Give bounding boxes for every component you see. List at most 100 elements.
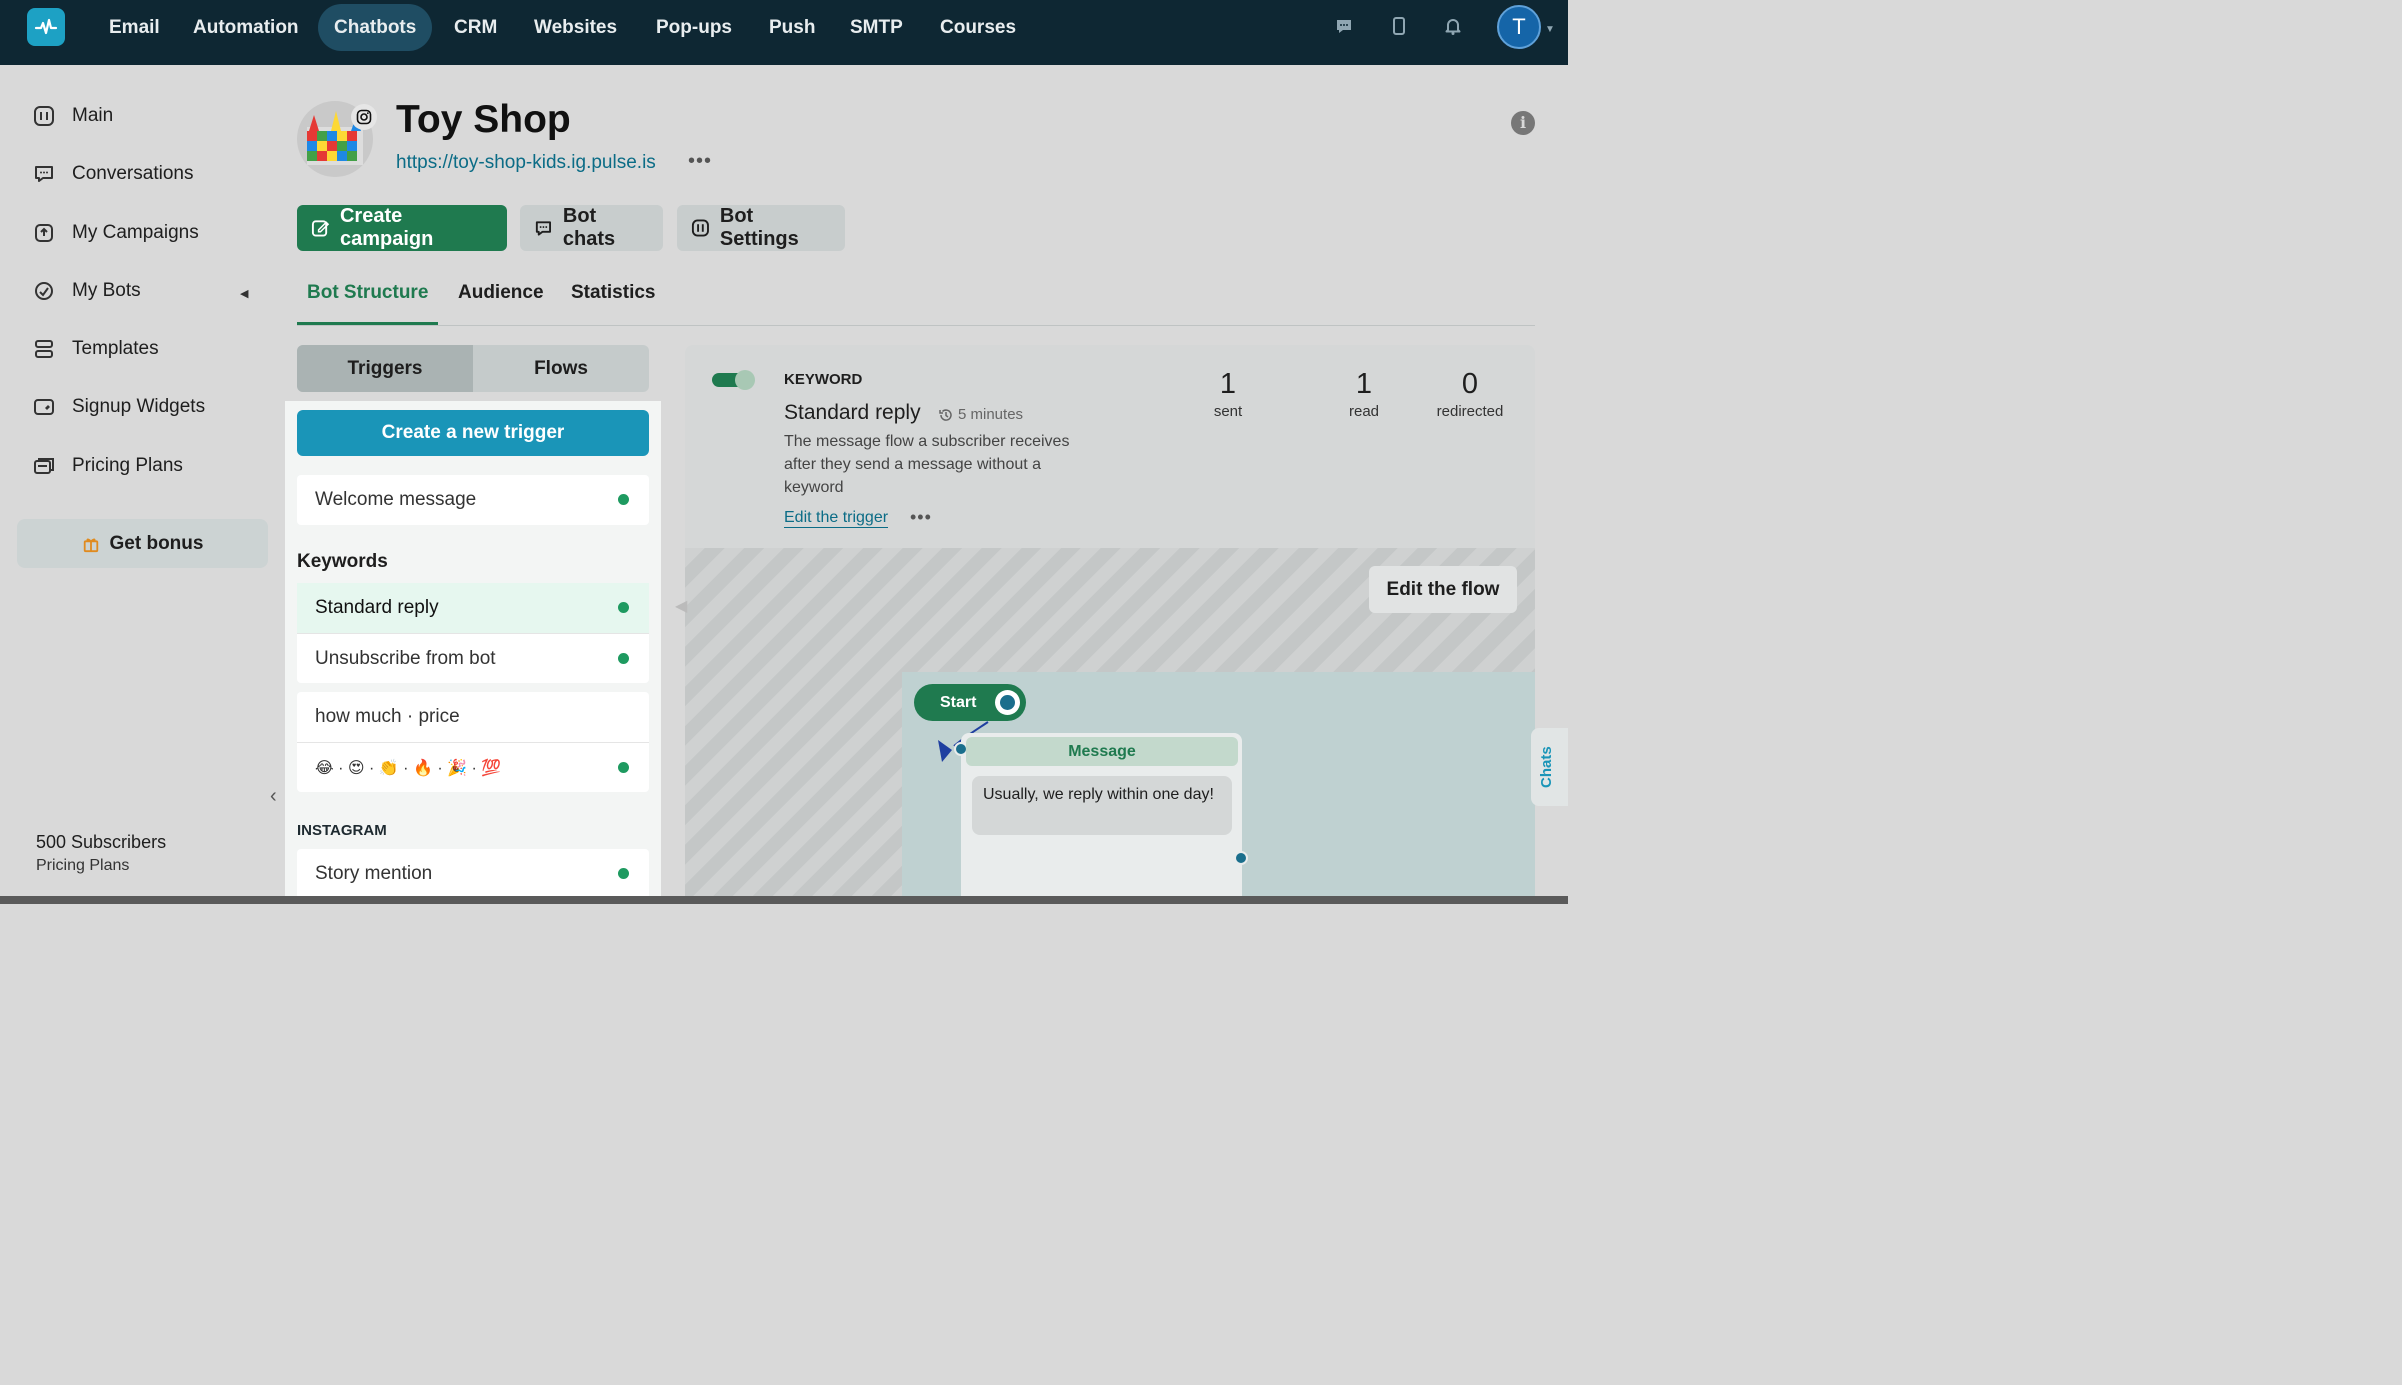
message-output-port[interactable] bbox=[1234, 851, 1248, 865]
get-bonus-button[interactable]: Get bonus bbox=[17, 519, 268, 568]
trigger-label: how much · price bbox=[315, 706, 460, 727]
trigger-label: 😂 · 😍 · 👏 · 🔥 · 🎉 · 💯 bbox=[315, 759, 502, 777]
caret-left-icon[interactable]: ◀ bbox=[240, 287, 248, 300]
sidebar-item-label: Conversations bbox=[72, 163, 194, 184]
sidebar-item-conversations[interactable]: Conversations bbox=[32, 159, 193, 189]
nav-courses[interactable]: Courses bbox=[924, 4, 1032, 51]
message-node-title: Message bbox=[966, 737, 1238, 766]
trigger-standard-reply[interactable]: Standard reply bbox=[297, 583, 649, 633]
pricing-plans-link[interactable]: Pricing Plans bbox=[36, 857, 129, 875]
page-title: Toy Shop bbox=[396, 98, 571, 141]
trigger-toggle[interactable] bbox=[712, 370, 756, 390]
more-options-icon[interactable]: ••• bbox=[910, 507, 932, 528]
collapse-sidebar-icon[interactable]: ‹ bbox=[270, 785, 277, 808]
chevron-left-icon[interactable]: ◀ bbox=[675, 596, 687, 616]
chat-icon bbox=[535, 221, 552, 236]
trigger-emoji[interactable]: 😂 · 😍 · 👏 · 🔥 · 🎉 · 💯 bbox=[297, 742, 649, 792]
tab-bot-structure[interactable]: Bot Structure bbox=[307, 282, 428, 304]
templates-icon bbox=[35, 340, 53, 358]
bell-icon[interactable] bbox=[1443, 16, 1463, 36]
tab-audience[interactable]: Audience bbox=[458, 282, 544, 304]
stat-read: 1 read bbox=[1309, 368, 1419, 420]
trigger-delay-value: 5 minutes bbox=[958, 406, 1024, 423]
instagram-heading: INSTAGRAM bbox=[297, 822, 387, 839]
active-status-dot bbox=[618, 762, 629, 773]
dashboard-icon bbox=[34, 106, 54, 126]
message-node-text: Usually, we reply within one day! bbox=[972, 776, 1232, 835]
keywords-heading: Keywords bbox=[297, 551, 388, 572]
top-navbar: Email Automation Chatbots CRM Websites P… bbox=[0, 0, 1568, 65]
keywords-card: Standard reply Unsubscribe from bot bbox=[297, 583, 649, 683]
create-campaign-button[interactable]: Create campaign bbox=[297, 205, 507, 251]
sidebar-item-label: Templates bbox=[72, 338, 159, 359]
active-status-dot bbox=[618, 653, 629, 664]
more-options-icon[interactable]: ••• bbox=[688, 150, 712, 173]
triggers-flows-switch: Triggers Flows bbox=[297, 345, 649, 392]
bot-icon bbox=[35, 282, 53, 300]
nav-popups[interactable]: Pop-ups bbox=[640, 4, 748, 51]
active-tab-indicator bbox=[297, 322, 438, 325]
sidebar-item-label: My Campaigns bbox=[72, 222, 199, 243]
sidebar-item-label: Pricing Plans bbox=[72, 455, 183, 476]
trigger-label: Standard reply bbox=[315, 597, 439, 618]
stat-value: 0 bbox=[1461, 368, 1479, 400]
sidebar-item-templates[interactable]: Templates bbox=[32, 334, 159, 364]
trigger-type-label: KEYWORD bbox=[784, 371, 863, 388]
trigger-description: The message flow a subscriber receives a… bbox=[784, 433, 1070, 496]
segment-triggers[interactable]: Triggers bbox=[297, 345, 473, 392]
bot-url-link[interactable]: https://toy-shop-kids.ig.pulse.is bbox=[396, 152, 656, 174]
welcome-card: Welcome message bbox=[297, 475, 649, 525]
start-node-port[interactable] bbox=[995, 690, 1020, 715]
trigger-unsubscribe[interactable]: Unsubscribe from bot bbox=[297, 633, 649, 683]
pricing-icon bbox=[34, 458, 54, 474]
create-trigger-button[interactable]: Create a new trigger bbox=[297, 410, 649, 456]
custom-keywords-card: how much · price 😂 · 😍 · 👏 · 🔥 · 🎉 · 💯 bbox=[297, 692, 649, 792]
nav-crm[interactable]: CRM bbox=[438, 4, 513, 51]
edit-trigger-link[interactable]: Edit the trigger bbox=[784, 509, 889, 528]
bot-settings-label: Bot Settings bbox=[719, 205, 799, 250]
sidebar-item-signup-widgets[interactable]: Signup Widgets bbox=[32, 392, 205, 422]
info-icon[interactable]: i bbox=[1511, 111, 1535, 135]
active-status-dot bbox=[618, 602, 629, 613]
logo[interactable] bbox=[27, 8, 65, 46]
trigger-name: Standard reply bbox=[784, 401, 921, 424]
sidebar-item-main[interactable]: Main bbox=[32, 101, 113, 131]
stat-label: redirected bbox=[1436, 403, 1504, 420]
stat-sent: 1 sent bbox=[1173, 368, 1283, 420]
user-avatar[interactable]: T bbox=[1497, 5, 1541, 49]
trigger-label: Unsubscribe from bot bbox=[315, 647, 496, 669]
tab-statistics[interactable]: Statistics bbox=[571, 282, 655, 304]
trigger-story-mention[interactable]: Story mention bbox=[297, 849, 649, 899]
nav-chatbots[interactable]: Chatbots bbox=[318, 4, 433, 51]
chat-icon[interactable] bbox=[1334, 16, 1354, 36]
chats-side-tab[interactable]: Chats bbox=[1531, 728, 1568, 806]
campaign-icon bbox=[35, 224, 53, 242]
sidebar-item-label: Signup Widgets bbox=[72, 396, 206, 417]
trigger-how-much-price[interactable]: how much · price bbox=[297, 692, 649, 742]
chevron-down-icon[interactable]: ▼ bbox=[1545, 24, 1555, 35]
sidebar-item-label: Main bbox=[72, 105, 114, 126]
nav-smtp[interactable]: SMTP bbox=[834, 4, 919, 51]
stat-label: sent bbox=[1213, 403, 1243, 420]
tab-divider bbox=[297, 325, 1535, 326]
nav-push[interactable]: Push bbox=[753, 4, 831, 51]
trigger-label: Story mention bbox=[315, 863, 433, 884]
stat-label: read bbox=[1348, 403, 1380, 420]
instagram-card: Story mention bbox=[297, 849, 649, 899]
sidebar-item-my-campaigns[interactable]: My Campaigns bbox=[32, 218, 199, 248]
history-icon bbox=[939, 408, 952, 421]
nav-email[interactable]: Email bbox=[93, 4, 176, 51]
stat-value: 1 bbox=[1355, 368, 1373, 400]
sidebar-item-my-bots[interactable]: My Bots bbox=[32, 276, 141, 306]
mobile-icon[interactable] bbox=[1389, 16, 1409, 36]
bot-chats-button[interactable]: Bot chats bbox=[520, 205, 663, 251]
trigger-label: Welcome message bbox=[315, 489, 477, 510]
edit-flow-button[interactable]: Edit the flow bbox=[1369, 566, 1517, 613]
trigger-welcome-message[interactable]: Welcome message bbox=[297, 475, 649, 525]
nav-websites[interactable]: Websites bbox=[518, 4, 633, 51]
sidebar-item-pricing-plans[interactable]: Pricing Plans bbox=[32, 451, 183, 481]
nav-automation[interactable]: Automation bbox=[177, 4, 315, 51]
bot-settings-button[interactable]: Bot Settings bbox=[677, 205, 845, 251]
segment-flows[interactable]: Flows bbox=[473, 345, 649, 392]
bot-chats-label: Bot chats bbox=[562, 205, 616, 250]
